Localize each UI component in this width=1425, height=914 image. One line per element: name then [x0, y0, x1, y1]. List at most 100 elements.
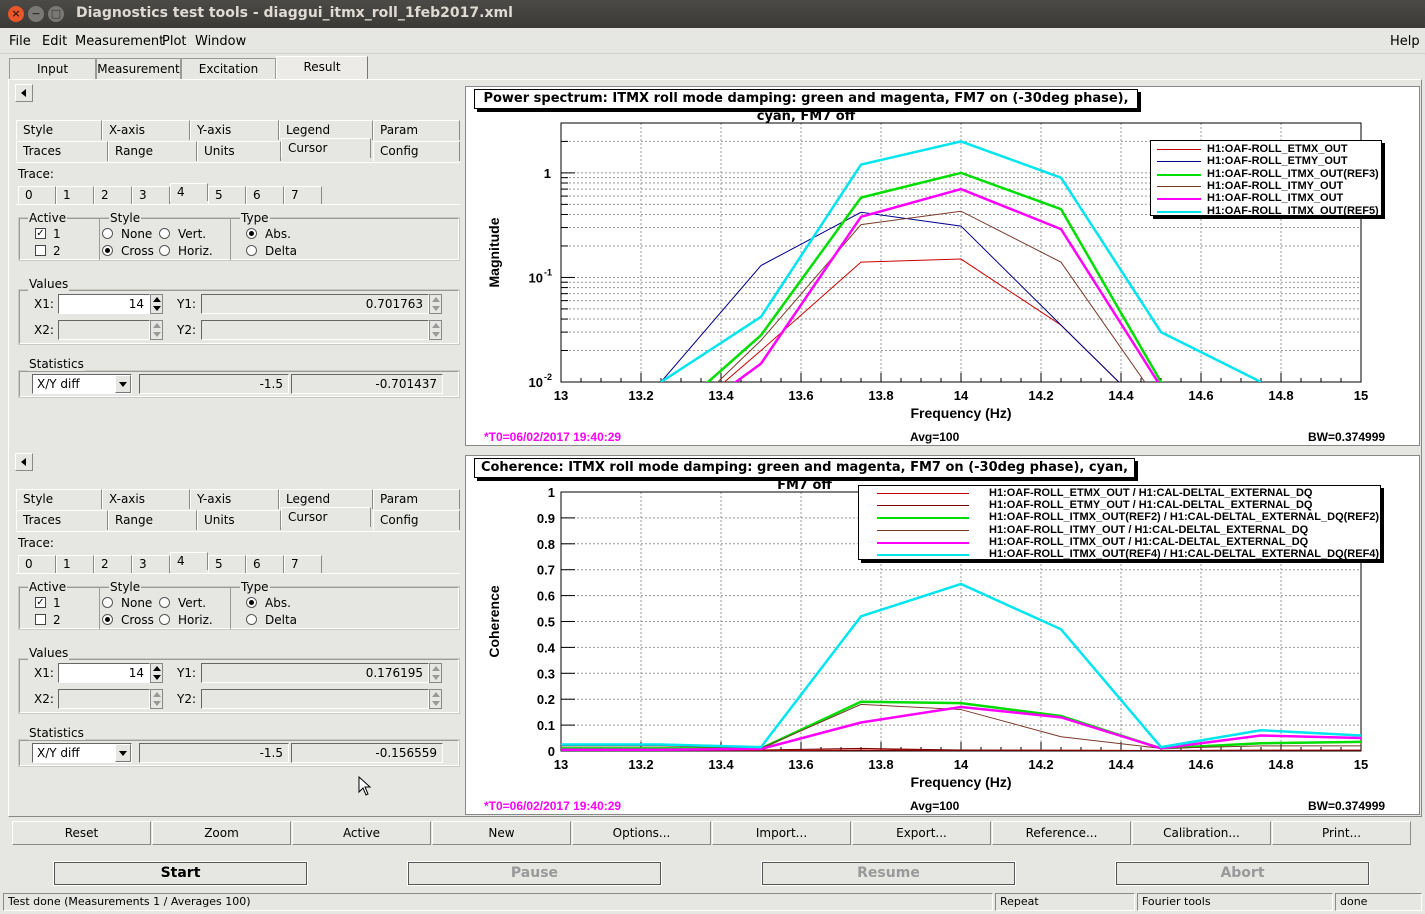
trace-tab-5[interactable]: 5 — [208, 186, 246, 204]
legend-top[interactable]: H1:OAF-ROLL_ETMX_OUT H1:OAF-ROLL_ETMY_OUT… — [1150, 140, 1382, 217]
y1-spinner[interactable] — [429, 294, 442, 314]
tab-param[interactable]: Param — [373, 489, 460, 509]
tab-range[interactable]: Range — [108, 141, 197, 161]
tab-y-axis[interactable]: Y-axis — [190, 489, 279, 509]
trace-tab-7[interactable]: 7 — [284, 186, 322, 204]
legend-entry: H1:OAF-ROLL_ITMX_OUT(REF3) — [1151, 168, 1381, 180]
trace-tab-0[interactable]: 0 — [18, 555, 56, 573]
tab-input[interactable]: Input — [9, 58, 96, 80]
trace-tab-2[interactable]: 2 — [94, 186, 132, 204]
tab-y-axis[interactable]: Y-axis — [190, 120, 279, 140]
tab-measurement[interactable]: Measurement — [96, 58, 181, 80]
tab-traces[interactable]: Traces — [16, 510, 108, 530]
tab-style[interactable]: Style — [16, 120, 102, 140]
tab-legend[interactable]: Legend — [279, 120, 373, 140]
menu-edit[interactable]: Edit — [42, 34, 67, 49]
reference-button[interactable]: Reference... — [992, 821, 1131, 845]
close-icon[interactable]: × — [8, 6, 24, 22]
tab-cursor[interactable]: Cursor — [281, 507, 371, 527]
style-horiz-radio[interactable] — [159, 245, 170, 256]
trace-tab-2[interactable]: 2 — [94, 555, 132, 573]
export-button[interactable]: Export... — [852, 821, 991, 845]
tab-result[interactable]: Result — [276, 56, 368, 80]
legend-bottom[interactable]: H1:OAF-ROLL_ETMX_OUT / H1:CAL-DELTAL_EXT… — [858, 485, 1381, 560]
style-none-radio[interactable] — [102, 228, 113, 239]
trace-tab-4[interactable]: 4 — [170, 552, 208, 570]
style-none-radio[interactable] — [102, 597, 113, 608]
x2-spinner[interactable] — [150, 320, 163, 340]
trace-tab-6[interactable]: 6 — [246, 555, 284, 573]
active-1-checkbox[interactable]: ✓ — [35, 597, 46, 608]
collapse-arrow-icon[interactable] — [15, 84, 33, 102]
minimize-icon[interactable]: − — [28, 6, 44, 22]
trace-tab-1[interactable]: 1 — [56, 186, 94, 204]
calibration-button[interactable]: Calibration... — [1132, 821, 1271, 845]
new-button[interactable]: New — [432, 821, 571, 845]
menu-file[interactable]: File — [9, 34, 31, 49]
x1-input[interactable]: 14 — [58, 294, 150, 314]
y1-spinner[interactable] — [429, 663, 442, 683]
tab-config[interactable]: Config — [373, 510, 460, 530]
menu-help[interactable]: Help — [1390, 34, 1420, 49]
tab-legend[interactable]: Legend — [279, 489, 373, 509]
x1-spinner[interactable] — [150, 663, 163, 683]
trace-tab-6[interactable]: 6 — [246, 186, 284, 204]
statistics-select[interactable]: X/Y diff — [32, 743, 132, 763]
tab-units[interactable]: Units — [197, 141, 281, 161]
tab-traces[interactable]: Traces — [16, 141, 108, 161]
start-button[interactable]: Start — [53, 861, 308, 886]
x1-input[interactable]: 14 — [58, 663, 150, 683]
style-horiz-radio[interactable] — [159, 614, 170, 625]
tab-excitation[interactable]: Excitation — [181, 58, 276, 80]
collapse-arrow-icon[interactable] — [15, 453, 33, 471]
import-button[interactable]: Import... — [712, 821, 851, 845]
type-abs-radio[interactable] — [246, 228, 257, 239]
style-vert-radio[interactable] — [159, 228, 170, 239]
menu-plot[interactable]: Plot — [162, 34, 187, 49]
print-button[interactable]: Print... — [1272, 821, 1411, 845]
tab-style[interactable]: Style — [16, 489, 102, 509]
active-2-checkbox[interactable] — [35, 245, 46, 256]
trace-tab-4[interactable]: 4 — [170, 183, 208, 201]
type-delta-radio[interactable] — [246, 614, 257, 625]
y2-spinner[interactable] — [429, 689, 442, 709]
tab-x-axis[interactable]: X-axis — [102, 489, 190, 509]
x2-spinner[interactable] — [150, 689, 163, 709]
zoom-button[interactable]: Zoom — [152, 821, 291, 845]
trace-tab-5[interactable]: 5 — [208, 555, 246, 573]
type-delta-radio[interactable] — [246, 245, 257, 256]
tab-config[interactable]: Config — [373, 141, 460, 161]
tab-x-axis[interactable]: X-axis — [102, 120, 190, 140]
trace-tab-1[interactable]: 1 — [56, 555, 94, 573]
active-1-checkbox[interactable]: ✓ — [35, 228, 46, 239]
chevron-down-icon[interactable] — [115, 375, 131, 393]
style-cross-radio[interactable] — [102, 614, 113, 625]
x1-spinner[interactable] — [150, 294, 163, 314]
trace-tab-3[interactable]: 3 — [132, 555, 170, 573]
trace-tab-0[interactable]: 0 — [18, 186, 56, 204]
options-button[interactable]: Options... — [572, 821, 711, 845]
tab-cursor[interactable]: Cursor — [281, 138, 371, 158]
resume-button[interactable]: Resume — [761, 861, 1016, 886]
tab-param[interactable]: Param — [373, 120, 460, 140]
style-vert-radio[interactable] — [159, 597, 170, 608]
abort-button[interactable]: Abort — [1115, 861, 1370, 886]
trace-tab-3[interactable]: 3 — [132, 186, 170, 204]
maximize-icon[interactable]: □ — [48, 6, 64, 22]
tab-range[interactable]: Range — [108, 510, 197, 530]
tab-units[interactable]: Units — [197, 510, 281, 530]
pause-button[interactable]: Pause — [407, 861, 662, 886]
plot-canvas-top[interactable]: 13 13.2 13.4 13.6 13.8 14 14.2 14.4 14.6 14.8 15 1 1… — [465, 86, 1420, 446]
reset-button[interactable]: Reset — [12, 821, 151, 845]
active-button[interactable]: Active — [292, 821, 431, 845]
plot-canvas-bottom[interactable]: 13 13.2 13.4 13.6 13.8 14 14.2 14.4 14.6 14.8 15 0 0… — [465, 455, 1420, 815]
menu-measurement[interactable]: Measurement — [75, 34, 164, 49]
type-abs-radio[interactable] — [246, 597, 257, 608]
active-2-checkbox[interactable] — [35, 614, 46, 625]
chevron-down-icon[interactable] — [115, 744, 131, 762]
style-cross-radio[interactable] — [102, 245, 113, 256]
trace-tab-7[interactable]: 7 — [284, 555, 322, 573]
menu-window[interactable]: Window — [195, 34, 246, 49]
statistics-select[interactable]: X/Y diff — [32, 374, 132, 394]
y2-spinner[interactable] — [429, 320, 442, 340]
